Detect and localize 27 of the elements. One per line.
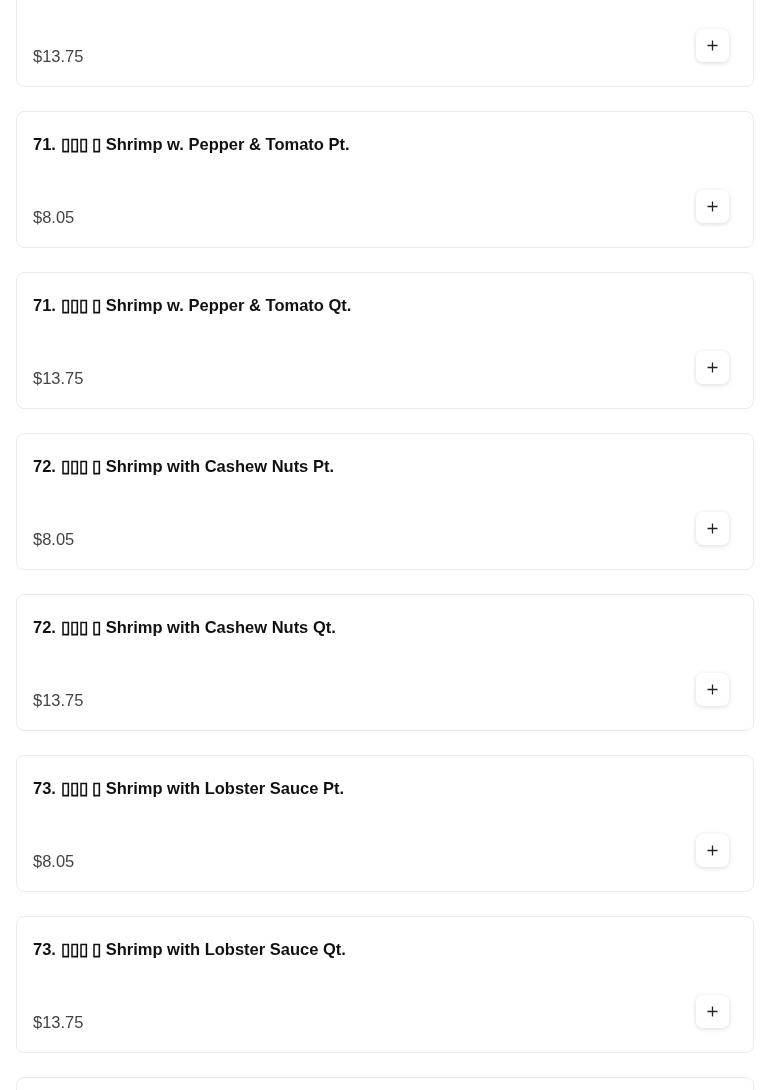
add-button[interactable] (696, 995, 729, 1028)
plus-icon (707, 40, 718, 51)
add-button[interactable] (696, 834, 729, 867)
add-button[interactable] (696, 190, 729, 223)
item-price: $8.05 (33, 851, 76, 871)
item-price: $13.75 (33, 1012, 85, 1032)
plus-icon (707, 362, 718, 373)
item-price: $13.75 (33, 690, 85, 710)
item-title: 73. ▯▯▯ ▯ Shrimp with Lobster Sauce Pt. (33, 778, 346, 798)
item-price: $13.75 (33, 46, 85, 66)
item-title: 71. ▯▯▯ ▯ Shrimp w. Pepper & Tomato Pt. (33, 134, 351, 154)
add-button[interactable] (696, 673, 729, 706)
add-button[interactable] (696, 29, 729, 62)
plus-icon (707, 201, 718, 212)
plus-icon (707, 1006, 718, 1017)
plus-icon (707, 845, 718, 856)
add-button[interactable] (696, 351, 729, 384)
item-title: 72. ▯▯▯ ▯ Shrimp with Cashew Nuts Pt. (33, 456, 335, 476)
item-price: $8.05 (33, 207, 76, 227)
plus-icon (707, 523, 718, 534)
item-price: $8.05 (33, 529, 76, 549)
item-title: 72. ▯▯▯ ▯ Shrimp with Cashew Nuts Qt. (33, 617, 337, 637)
item-price: $13.75 (33, 368, 85, 388)
add-button[interactable] (696, 512, 729, 545)
plus-icon (707, 684, 718, 695)
item-title: 71. ▯▯▯ ▯ Shrimp w. Pepper & Tomato Qt. (33, 295, 353, 315)
item-title: 73. ▯▯▯ ▯ Shrimp with Lobster Sauce Qt. (33, 939, 347, 959)
